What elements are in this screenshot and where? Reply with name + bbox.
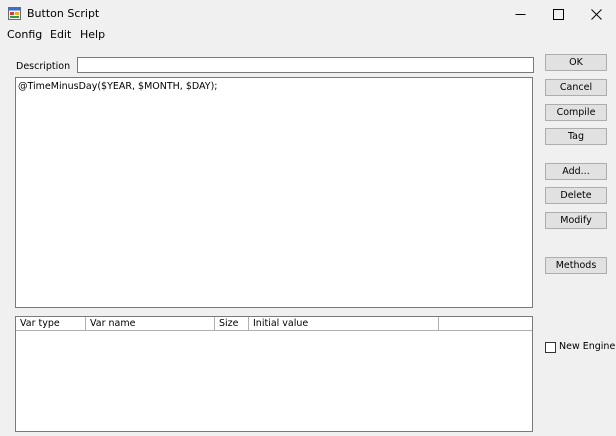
new-engine-label: New Engine (559, 341, 616, 352)
column-var-name[interactable]: Var name (86, 317, 215, 330)
menu-edit[interactable]: Edit (50, 28, 71, 42)
maximize-button[interactable] (539, 0, 577, 28)
tag-button[interactable]: Tag (545, 128, 607, 145)
new-engine-checkbox[interactable] (545, 342, 556, 353)
variables-table-header: Var type Var name Size Initial value (16, 317, 532, 331)
column-size[interactable]: Size (215, 317, 249, 330)
modify-button[interactable]: Modify (545, 212, 607, 229)
close-button[interactable] (577, 0, 615, 28)
cancel-button[interactable]: Cancel (545, 79, 607, 96)
column-initial-value[interactable]: Initial value (249, 317, 439, 330)
menu-config[interactable]: Config (7, 28, 42, 42)
methods-button[interactable]: Methods (545, 257, 607, 274)
close-icon (590, 8, 602, 20)
variables-table[interactable]: Var type Var name Size Initial value (15, 316, 533, 432)
app-window-icon (8, 7, 21, 20)
add-button[interactable]: Add... (545, 163, 607, 180)
window-title: Button Script (27, 7, 100, 20)
delete-button[interactable]: Delete (545, 187, 607, 204)
minimize-button[interactable] (501, 0, 539, 28)
ok-button[interactable]: OK (545, 54, 607, 71)
column-var-type[interactable]: Var type (16, 317, 86, 330)
title-bar: Button Script (0, 0, 616, 28)
column-extra[interactable] (439, 317, 532, 330)
description-label: Description (16, 61, 71, 72)
compile-button[interactable]: Compile (545, 104, 607, 121)
menu-help[interactable]: Help (80, 28, 105, 42)
description-input[interactable] (77, 57, 534, 73)
script-editor[interactable]: @TimeMinusDay($YEAR, $MONTH, $DAY); (15, 77, 533, 308)
script-text[interactable]: @TimeMinusDay($YEAR, $MONTH, $DAY); (18, 81, 218, 92)
minimize-icon (515, 13, 525, 15)
maximize-icon (552, 8, 564, 20)
menu-bar: Config Edit Help (0, 28, 616, 42)
